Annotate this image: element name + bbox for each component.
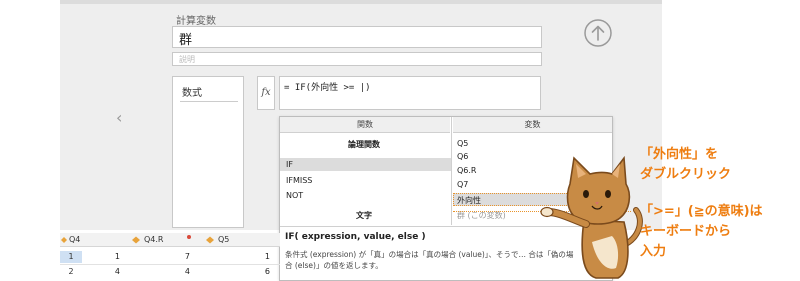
row-divider	[60, 264, 280, 265]
function-item-not[interactable]: NOT	[286, 191, 303, 200]
cat-mascot-icon	[540, 155, 643, 279]
function-item-ifmiss[interactable]: IFMISS	[286, 176, 312, 185]
annotation-keyboard-input: 「>=」(≧の意味)は キーボードから 入力	[640, 202, 763, 262]
function-selection-highlight	[280, 158, 451, 171]
table-cell[interactable]: 7	[170, 252, 190, 261]
annotation-line: 入力	[640, 244, 667, 259]
variables-header: 変数	[453, 117, 612, 133]
variable-type-icon	[206, 236, 214, 244]
row-number[interactable]: 1	[60, 251, 82, 263]
variable-type-icon	[61, 237, 67, 243]
section-label: 計算変数	[176, 16, 216, 27]
annotation-line: キーボードから	[640, 224, 732, 239]
description-field[interactable]: 説明	[172, 52, 542, 66]
variable-item-q6r[interactable]: Q6.R	[457, 166, 477, 175]
sheet-header-row	[60, 233, 280, 247]
variable-item-q5[interactable]: Q5	[457, 139, 468, 148]
annotation-line: ダブルクリック	[640, 167, 732, 182]
text-category-title: 文字	[356, 211, 372, 220]
variable-item-q7[interactable]: Q7	[457, 180, 468, 189]
annotation-line: 「>=」(≧の意味)は	[640, 204, 763, 219]
variable-name-field[interactable]: 群	[172, 26, 542, 48]
column-header-q4r[interactable]: Q4.R	[144, 235, 164, 244]
formula-expression-input[interactable]: = IF(外向性 >= |)	[279, 76, 541, 110]
column-header-q4[interactable]: Q4	[69, 235, 80, 244]
computed-marker-icon	[187, 235, 191, 239]
row-number[interactable]: 2	[60, 266, 82, 278]
annotation-line: 「外向性」を	[640, 147, 719, 162]
logic-category-title: 論理関数	[348, 140, 380, 149]
chevron-left-icon[interactable]: ‹	[116, 108, 122, 127]
formula-label: 数式	[182, 88, 202, 99]
arrow-up-circle-icon[interactable]	[583, 18, 613, 48]
column-divider	[451, 117, 452, 225]
function-item-if[interactable]: IF	[286, 160, 293, 169]
variable-type-icon	[132, 236, 140, 244]
table-cell[interactable]: 6	[250, 267, 270, 276]
variable-item-q6[interactable]: Q6	[457, 152, 468, 161]
help-description: 条件式 (expression) が「真」の場合は「真の場合 (value)」、…	[285, 250, 574, 270]
help-title: IF( expression, value, else )	[285, 232, 426, 242]
table-cell[interactable]: 1	[100, 252, 120, 261]
functions-header: 関数	[280, 117, 450, 133]
table-cell[interactable]: 4	[170, 267, 190, 276]
fx-icon[interactable]: fx	[257, 76, 275, 110]
column-header-q5[interactable]: Q5	[218, 235, 229, 244]
formula-underline	[180, 101, 238, 102]
table-cell[interactable]: 1	[250, 252, 270, 261]
table-cell[interactable]: 4	[100, 267, 120, 276]
annotation-double-click: 「外向性」を ダブルクリック	[640, 145, 731, 185]
